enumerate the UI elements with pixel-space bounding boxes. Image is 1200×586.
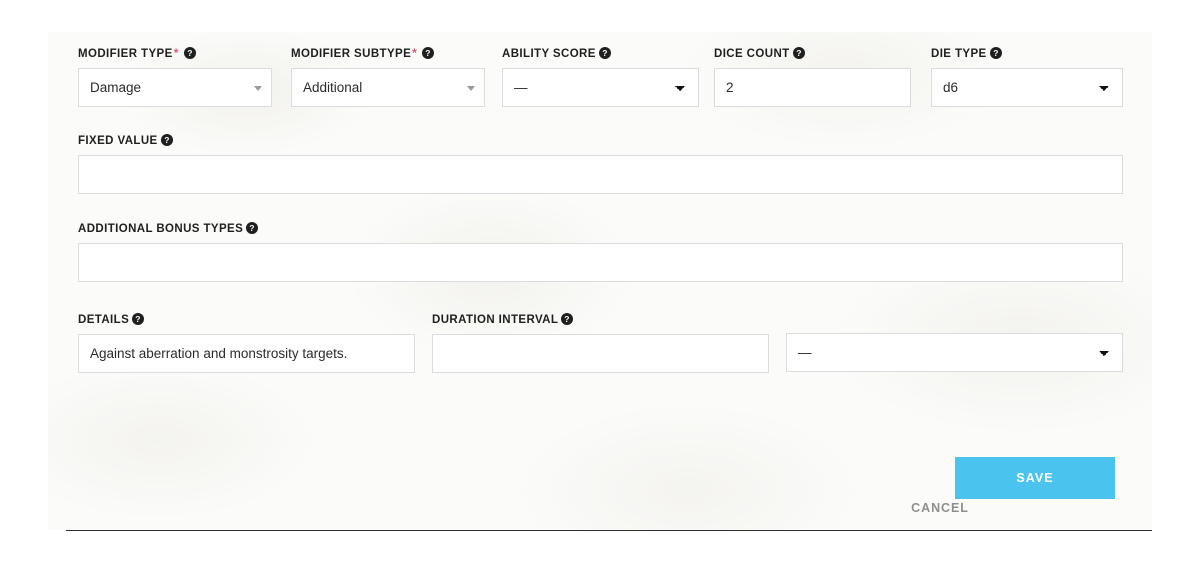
field-additional-bonus-types: ADDITIONAL BONUS TYPES? [78, 222, 1123, 282]
label-details: DETAILS? [78, 313, 415, 327]
field-die-type: DIE TYPE? d6 [931, 47, 1123, 107]
label-modifier-type: MODIFIER TYPE*? [78, 47, 272, 61]
modifier-editor-card: MODIFIER TYPE*? Damage MODIFIER SUBTYPE*… [48, 32, 1152, 530]
field-ability-score: ABILITY SCORE? — [502, 47, 699, 107]
svg-text:?: ? [187, 48, 193, 58]
field-modifier-type: MODIFIER TYPE*? Damage [78, 47, 272, 107]
field-modifier-subtype: MODIFIER SUBTYPE*? Additional [291, 47, 485, 107]
label-modifier-subtype: MODIFIER SUBTYPE*? [291, 47, 485, 61]
label-duration-interval: DURATION INTERVAL? [432, 313, 769, 327]
duration-interval-input[interactable] [432, 334, 769, 373]
help-circle-icon[interactable]: ? [160, 134, 173, 146]
label-fixed-value: FIXED VALUE? [78, 134, 1123, 148]
field-duration-interval: DURATION INTERVAL? [432, 313, 769, 373]
label-additional-bonus-types-text: ADDITIONAL BONUS TYPES [78, 223, 244, 235]
fixed-value-input[interactable] [78, 155, 1123, 194]
svg-text:?: ? [135, 314, 141, 324]
help-circle-icon[interactable]: ? [561, 313, 574, 325]
field-duration-unit: — [786, 333, 1123, 372]
label-duration-interval-text: DURATION INTERVAL [432, 314, 559, 326]
die-type-select[interactable]: d6 [931, 68, 1123, 107]
label-additional-bonus-types: ADDITIONAL BONUS TYPES? [78, 222, 1123, 236]
svg-text:?: ? [796, 48, 802, 58]
modifier-form: MODIFIER TYPE*? Damage MODIFIER SUBTYPE*… [48, 32, 1152, 530]
svg-text:?: ? [249, 223, 255, 233]
help-circle-icon[interactable]: ? [132, 313, 145, 325]
additional-bonus-types-input[interactable] [78, 243, 1123, 282]
label-fixed-value-text: FIXED VALUE [78, 135, 158, 147]
modifier-type-value: Damage [90, 80, 142, 95]
svg-text:?: ? [602, 48, 608, 58]
svg-text:?: ? [993, 48, 999, 58]
dice-count-input[interactable] [714, 68, 911, 107]
label-die-type: DIE TYPE? [931, 47, 1123, 61]
chevron-down-icon [254, 85, 262, 91]
label-ability-score: ABILITY SCORE? [502, 47, 699, 61]
help-circle-icon[interactable]: ? [183, 47, 196, 59]
help-circle-icon[interactable]: ? [246, 222, 259, 234]
field-dice-count: DICE COUNT? [714, 47, 911, 107]
help-circle-icon[interactable]: ? [792, 47, 805, 59]
label-dice-count: DICE COUNT? [714, 47, 911, 61]
help-circle-icon[interactable]: ? [989, 47, 1002, 59]
chevron-down-icon [467, 85, 475, 91]
label-details-text: DETAILS [78, 314, 130, 326]
svg-text:?: ? [164, 135, 170, 145]
field-fixed-value: FIXED VALUE? [78, 134, 1123, 194]
label-modifier-subtype-text: MODIFIER SUBTYPE [291, 48, 412, 60]
svg-text:?: ? [565, 314, 571, 324]
modifier-subtype-value: Additional [303, 80, 363, 95]
details-input[interactable] [78, 334, 415, 373]
save-button[interactable]: SAVE [955, 457, 1115, 499]
help-circle-icon[interactable]: ? [598, 47, 611, 59]
required-asterisk: * [173, 46, 179, 60]
label-modifier-type-text: MODIFIER TYPE [78, 48, 173, 60]
screen: MODIFIER TYPE*? Damage MODIFIER SUBTYPE*… [0, 0, 1200, 586]
modifier-type-dropdown[interactable]: Damage [78, 68, 272, 107]
svg-text:?: ? [425, 48, 431, 58]
label-dice-count-text: DICE COUNT [714, 48, 790, 60]
duration-unit-select[interactable]: — [786, 333, 1123, 372]
label-die-type-text: DIE TYPE [931, 48, 987, 60]
ability-score-select[interactable]: — [502, 68, 699, 107]
modifier-subtype-dropdown[interactable]: Additional [291, 68, 485, 107]
required-asterisk: * [412, 46, 418, 60]
help-circle-icon[interactable]: ? [422, 47, 435, 59]
label-ability-score-text: ABILITY SCORE [502, 48, 596, 60]
field-details: DETAILS? [78, 313, 415, 373]
